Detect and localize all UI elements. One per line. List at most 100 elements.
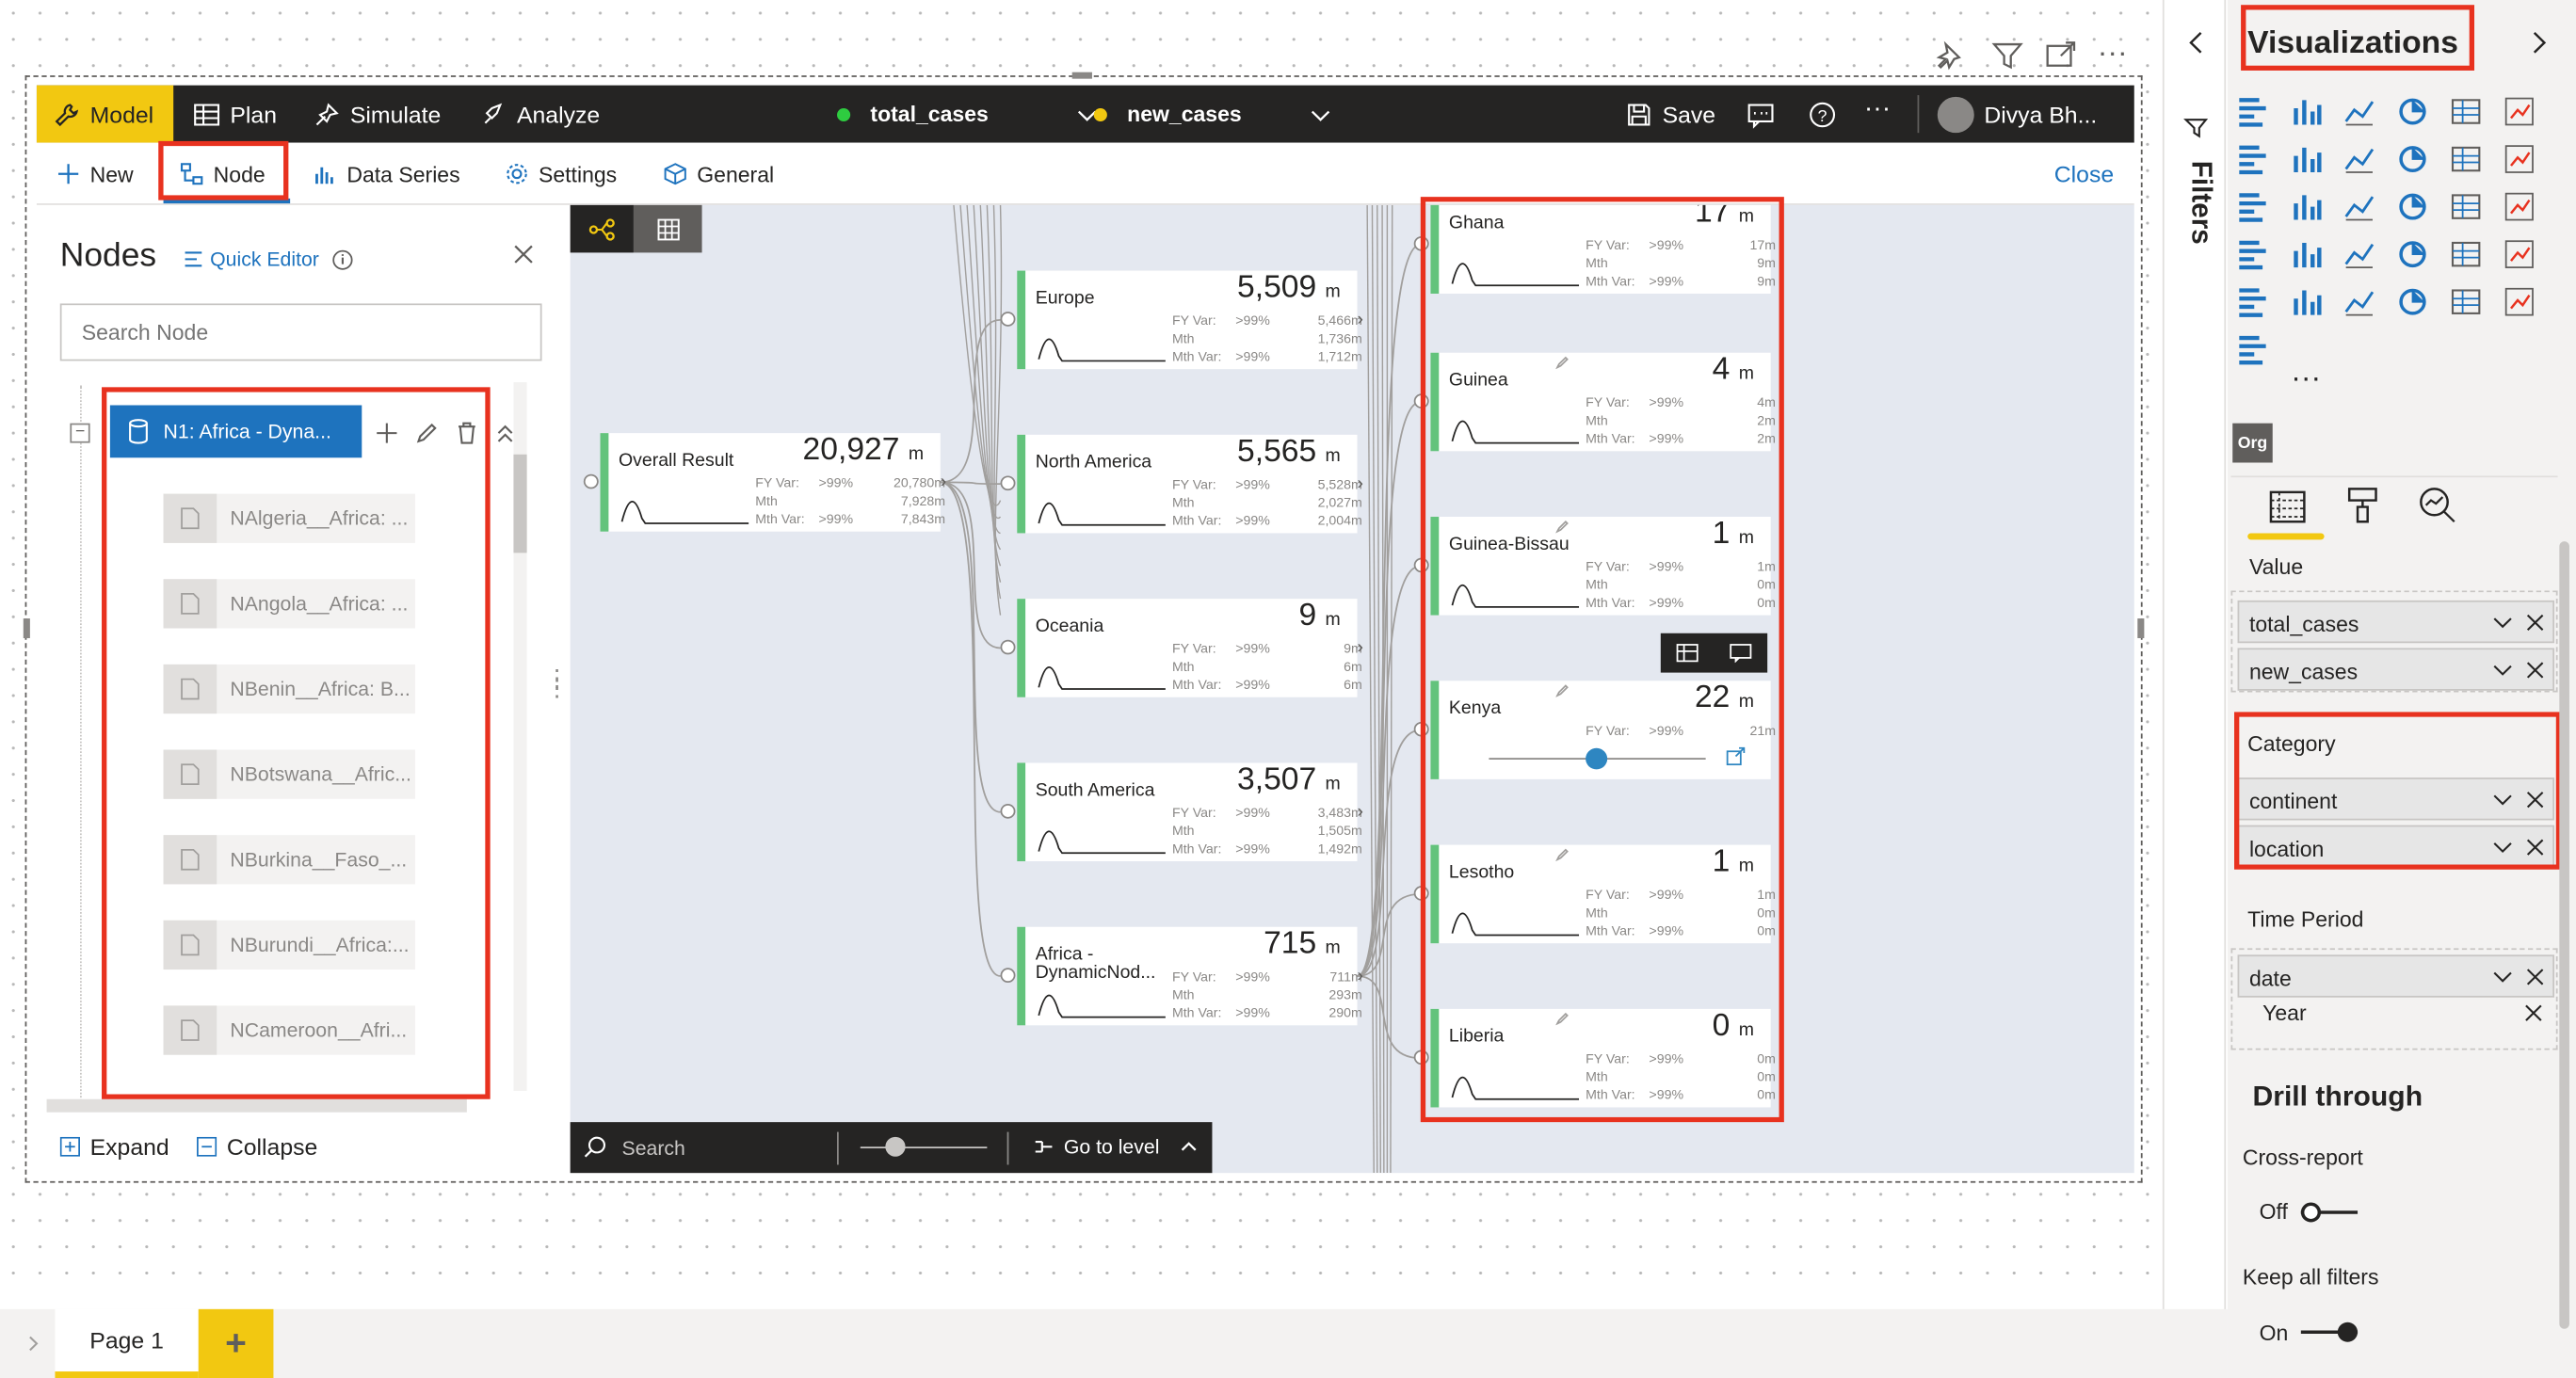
chevron-down-icon[interactable]	[2492, 969, 2512, 985]
tree-node-card[interactable]: South America 3,507 m FY Var: >99% 3,483m Mth…	[1017, 762, 1362, 862]
root-node[interactable]: N1: Africa - Dyna...	[109, 405, 362, 458]
chevron-down-icon[interactable]	[2492, 616, 2512, 632]
visual-type-icon[interactable]	[2396, 95, 2429, 128]
save-button[interactable]: Save	[1626, 86, 1715, 143]
close-button[interactable]: Close	[2054, 143, 2114, 205]
visual-type-icon[interactable]	[2503, 285, 2536, 318]
tree-node-card[interactable]: North America 5,565 m FY Var: >99% 5,528m Mth…	[1017, 434, 1362, 534]
measure-select-1[interactable]: total_cases	[836, 86, 1099, 143]
time-field-date[interactable]: date	[2237, 954, 2555, 998]
expand-node-toggle[interactable]	[583, 473, 599, 489]
value-field-total-cases[interactable]: total_cases	[2237, 600, 2555, 644]
tree-node-card[interactable]: Overall Result 20,927 m FY Var: >99% 20,780m…	[600, 433, 945, 532]
tab-analyze[interactable]: Analyze	[480, 86, 600, 143]
remove-field-icon[interactable]	[2526, 614, 2544, 632]
page-tab-1[interactable]: Page 1	[55, 1308, 199, 1378]
tab-settings[interactable]: Settings	[506, 143, 617, 205]
expand-node-toggle[interactable]	[1000, 312, 1016, 327]
visual-type-icon[interactable]	[2289, 238, 2322, 271]
filters-pane-collapsed[interactable]: Filters	[2162, 0, 2227, 1378]
visual-type-icon[interactable]	[2236, 95, 2269, 128]
edit-icon[interactable]	[1555, 848, 1569, 862]
zoom-slider-thumb[interactable]	[885, 1136, 906, 1157]
visual-type-icon[interactable]	[2289, 143, 2322, 176]
more-options-icon[interactable]: ···	[2098, 36, 2128, 71]
tree-node-card[interactable]: Europe 5,509 m FY Var: >99% 5,466m Mth 1,736m M…	[1017, 270, 1362, 370]
child-node[interactable]: NBurkina__Faso_...	[163, 835, 415, 885]
focus-mode-icon[interactable]	[2044, 40, 2077, 72]
visual-type-icon[interactable]	[2236, 238, 2269, 271]
tab-model[interactable]: Model	[36, 85, 174, 143]
new-button[interactable]: New	[56, 143, 134, 205]
chevron-right-icon[interactable]: ›	[1358, 967, 1364, 986]
edit-icon[interactable]	[1555, 1012, 1569, 1026]
expand-node-toggle[interactable]	[1413, 721, 1429, 737]
trash-icon[interactable]	[455, 422, 478, 444]
comment-icon[interactable]	[1729, 643, 1752, 664]
visual-type-icon[interactable]	[2343, 95, 2375, 128]
category-field-continent[interactable]: continent	[2237, 777, 2555, 821]
child-node[interactable]: NAngola__Africa: ...	[163, 579, 415, 629]
child-node[interactable]: NBenin__Africa: B...	[163, 664, 415, 714]
filter-icon[interactable]	[1990, 40, 2023, 72]
tree-node-card[interactable]: Kenya 22 m FY Var: >99% 21m	[1430, 681, 1776, 779]
visual-type-icon[interactable]	[2236, 143, 2269, 176]
tree-node-card[interactable]: Guinea-Bissau 1 m FY Var: >99% 1m Mth 0m Mth Va…	[1430, 517, 1776, 616]
tab-data-series[interactable]: Data Series	[314, 143, 460, 205]
tab-plan[interactable]: Plan	[193, 86, 277, 143]
cross-report-toggle[interactable]	[2300, 1202, 2359, 1223]
remove-field-icon[interactable]	[2526, 661, 2544, 679]
zoom-slider[interactable]	[860, 1146, 988, 1149]
visual-type-icon[interactable]	[2236, 333, 2269, 366]
search-node-input[interactable]	[59, 303, 542, 361]
remove-field-icon[interactable]	[2526, 839, 2544, 857]
edit-icon[interactable]	[1555, 356, 1569, 370]
edit-icon[interactable]	[1555, 520, 1569, 534]
visual-type-icon[interactable]	[2396, 143, 2429, 176]
scrollbar-thumb[interactable]	[513, 454, 527, 553]
org-visual-icon[interactable]: Org	[2232, 423, 2273, 463]
chevron-right-icon[interactable]: ›	[941, 473, 947, 492]
edit-icon[interactable]	[415, 422, 439, 444]
expand-node-toggle[interactable]	[1000, 968, 1016, 983]
collapse-button[interactable]: Collapse	[196, 1133, 317, 1160]
add-page-button[interactable]: +	[198, 1308, 274, 1378]
tab-node[interactable]: Node	[180, 143, 266, 205]
visual-type-icon[interactable]	[2236, 285, 2269, 318]
chevron-down-icon[interactable]	[2492, 840, 2512, 856]
visual-type-icon[interactable]	[2449, 190, 2482, 223]
chevron-left-icon[interactable]	[2184, 29, 2208, 56]
pin-icon[interactable]	[1934, 40, 1967, 72]
tree-node-card[interactable]: Ghana 17 m FY Var: >99% 17m Mth 9m Mth Var: >99%…	[1430, 204, 1776, 294]
open-external-icon[interactable]	[1726, 746, 1746, 766]
time-field-year[interactable]: Year	[2238, 994, 2554, 1034]
category-field-location[interactable]: location	[2237, 825, 2555, 868]
resize-handle-right[interactable]	[2137, 618, 2145, 638]
tree-search-input[interactable]: Search	[622, 1137, 685, 1160]
visual-type-icon[interactable]	[2343, 285, 2375, 318]
visual-type-icon[interactable]	[2289, 285, 2322, 318]
child-node[interactable]: NBurundi__Africa:...	[163, 920, 415, 970]
chevron-down-icon[interactable]	[2492, 663, 2512, 679]
fields-tab-icon[interactable]	[2267, 489, 2308, 524]
visual-type-icon[interactable]	[2503, 190, 2536, 223]
analytics-tab-icon[interactable]	[2418, 486, 2458, 525]
expand-node-toggle[interactable]	[1413, 393, 1429, 409]
visual-type-icon[interactable]	[2503, 238, 2536, 271]
visual-type-icon[interactable]	[2396, 238, 2429, 271]
tab-simulate[interactable]: Simulate	[314, 86, 441, 143]
tree-node-card[interactable]: Lesotho 1 m FY Var: >99% 1m Mth 0m Mth Var: >99%…	[1430, 844, 1776, 944]
visual-type-icon[interactable]	[2343, 238, 2375, 271]
keep-filters-toggle[interactable]	[2300, 1322, 2359, 1342]
simulation-slider-thumb[interactable]	[1586, 747, 1608, 770]
visual-type-icon[interactable]	[2449, 238, 2482, 271]
child-node[interactable]: NBotswana__Afric...	[163, 749, 415, 799]
tree-view-button[interactable]	[570, 204, 634, 253]
measure-select-2[interactable]: new_cases	[1093, 86, 1332, 143]
visual-type-icon[interactable]	[2449, 143, 2482, 176]
tree-node-card[interactable]: Oceania 9 m FY Var: >99% 9m Mth 6m Mth Var: >99%…	[1017, 599, 1362, 697]
visual-type-icon[interactable]	[2289, 190, 2322, 223]
expand-node-toggle[interactable]	[1413, 235, 1429, 251]
resize-handle-left[interactable]	[23, 618, 30, 638]
expand-node-toggle[interactable]	[1000, 639, 1016, 655]
